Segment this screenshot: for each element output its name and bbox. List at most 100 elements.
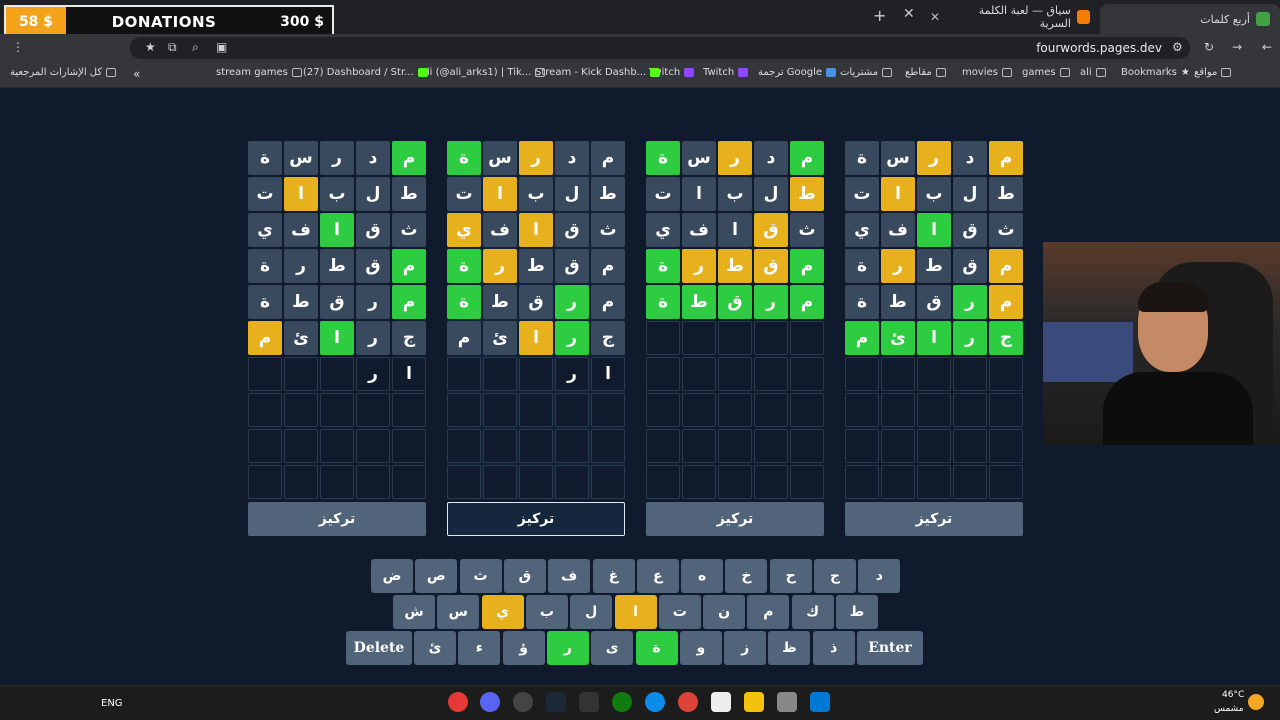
bookmark-item[interactable]: مشتريات (840, 67, 893, 78)
key-ب[interactable]: ب (525, 595, 568, 629)
app-icon[interactable] (448, 692, 468, 712)
letter-tile: ر (555, 321, 589, 355)
discord-icon[interactable] (480, 692, 500, 712)
key-ن[interactable]: ن (703, 595, 746, 629)
steam-icon[interactable] (546, 692, 566, 712)
store-icon[interactable] (711, 692, 731, 712)
letter-tile: ق (718, 285, 752, 319)
letter-tile (519, 465, 553, 499)
key-ة[interactable]: ة (635, 631, 678, 665)
new-tab-icon[interactable]: + (873, 6, 886, 25)
key-ح[interactable]: ح (769, 559, 812, 593)
tab-siyaq[interactable]: سياق — لعبة الكلمة السرية ✕ (920, 4, 1100, 30)
key-ي[interactable]: ي (481, 595, 524, 629)
star-icon[interactable]: ★ (145, 40, 156, 54)
focus-button-1[interactable]: تركيز (248, 502, 426, 536)
back-icon[interactable]: ← (1262, 40, 1272, 54)
forward-icon[interactable]: → (1232, 40, 1242, 54)
key-ظ[interactable]: ظ (768, 631, 811, 665)
key-و[interactable]: و (679, 631, 722, 665)
menu-icon[interactable]: ⋮ (12, 40, 24, 54)
screenshot-icon[interactable]: ▣ (216, 40, 227, 54)
edge-icon[interactable] (645, 692, 665, 712)
epic-icon[interactable] (579, 692, 599, 712)
key-ر[interactable]: ر (546, 631, 589, 665)
zoom-icon[interactable]: ⌕ (192, 40, 199, 55)
key-ا[interactable]: ا (614, 595, 657, 629)
bookmark-item[interactable]: ali (1080, 67, 1106, 78)
letter-tile (953, 357, 987, 391)
close-tab-icon[interactable]: ✕ (930, 10, 940, 24)
key-ك[interactable]: ك (791, 595, 834, 629)
close-icon[interactable]: ✕ (903, 6, 915, 22)
key-غ[interactable]: غ (592, 559, 635, 593)
address-bar[interactable] (130, 37, 1190, 59)
focus-button-4[interactable]: تركيز (845, 502, 1023, 536)
key-ز[interactable]: ز (724, 631, 767, 665)
bookmark-item[interactable]: (27) Dashboard / Str... (303, 67, 428, 78)
key-ط[interactable]: ط (836, 595, 878, 629)
letter-tile: ط (284, 285, 318, 319)
key-س[interactable]: س (437, 595, 480, 629)
letter-tile: ر (284, 249, 318, 283)
letter-tile (392, 465, 426, 499)
bookmark-item[interactable]: stream games (216, 67, 302, 78)
focus-button-2[interactable]: تركيز (447, 502, 625, 536)
tab-four-words[interactable]: أربع كلمات (1100, 4, 1280, 34)
letter-tile (989, 429, 1023, 463)
key-ى[interactable]: ى (591, 631, 634, 665)
folder-icon[interactable] (744, 692, 764, 712)
app-icon[interactable] (513, 692, 533, 712)
bookmark-item[interactable]: Bookmarks ★ (1121, 67, 1190, 78)
letter-tile (646, 429, 680, 463)
bookmark-item[interactable]: Stream - Kick Dashb... (535, 67, 661, 78)
bookmark-item[interactable]: مقاطع (905, 67, 946, 78)
extension-icon[interactable]: ⧉ (168, 40, 177, 55)
bookmark-item[interactable]: games (1022, 67, 1070, 78)
bookmark-item[interactable]: Ali (@ali_arks1) | Tik... (420, 67, 546, 78)
key-ه[interactable]: ه (681, 559, 724, 593)
key-خ[interactable]: خ (725, 559, 768, 593)
site-settings-icon[interactable]: ⚙ (1172, 40, 1183, 54)
bookmark-item[interactable]: كل الإشارات المرجعية (10, 67, 117, 78)
chrome-icon[interactable] (678, 692, 698, 712)
bookmark-item[interactable]: Twitch (703, 67, 749, 78)
delete-key[interactable]: Delete (346, 631, 412, 665)
letter-tile: ا (519, 321, 553, 355)
reload-icon[interactable]: ↻ (1204, 40, 1214, 54)
bookmark-item[interactable]: ترجمة Google (758, 67, 837, 78)
key-ذ[interactable]: ذ (812, 631, 855, 665)
key-ج[interactable]: ج (814, 559, 856, 593)
key-م[interactable]: م (747, 595, 790, 629)
key-ل[interactable]: ل (570, 595, 613, 629)
key-ت[interactable]: ت (658, 595, 701, 629)
url-text[interactable]: fourwords.pages.dev (1036, 41, 1162, 55)
bookmark-item[interactable]: مواقع (1194, 67, 1232, 78)
key-د[interactable]: د (858, 559, 901, 593)
xbox-icon[interactable] (612, 692, 632, 712)
letter-tile: ا (718, 213, 752, 247)
language-indicator[interactable]: ENG (101, 698, 123, 709)
app-icon[interactable] (777, 692, 797, 712)
bookmark-item[interactable]: movies (962, 67, 1012, 78)
key-ق[interactable]: ق (503, 559, 546, 593)
key-ء[interactable]: ء (458, 631, 501, 665)
key-ث[interactable]: ث (459, 559, 502, 593)
key-ئ[interactable]: ئ (414, 631, 456, 665)
key-ض[interactable]: ض (371, 559, 413, 593)
windows-start-icon[interactable] (810, 692, 830, 712)
key-ش[interactable]: ش (393, 595, 435, 629)
key-ف[interactable]: ف (548, 559, 591, 593)
key-ع[interactable]: ع (636, 559, 679, 593)
letter-tile (953, 465, 987, 499)
letter-tile: ط (881, 285, 915, 319)
letter-tile: م (591, 249, 625, 283)
letter-tile: ط (483, 285, 517, 319)
focus-button-3[interactable]: تركيز (646, 502, 824, 536)
enter-key[interactable]: Enter (857, 631, 923, 665)
key-ص[interactable]: ص (415, 559, 458, 593)
more-bookmarks-icon[interactable]: « (133, 67, 140, 81)
letter-tile: س (284, 141, 318, 175)
letter-tile (754, 321, 788, 355)
key-ؤ[interactable]: ؤ (502, 631, 545, 665)
